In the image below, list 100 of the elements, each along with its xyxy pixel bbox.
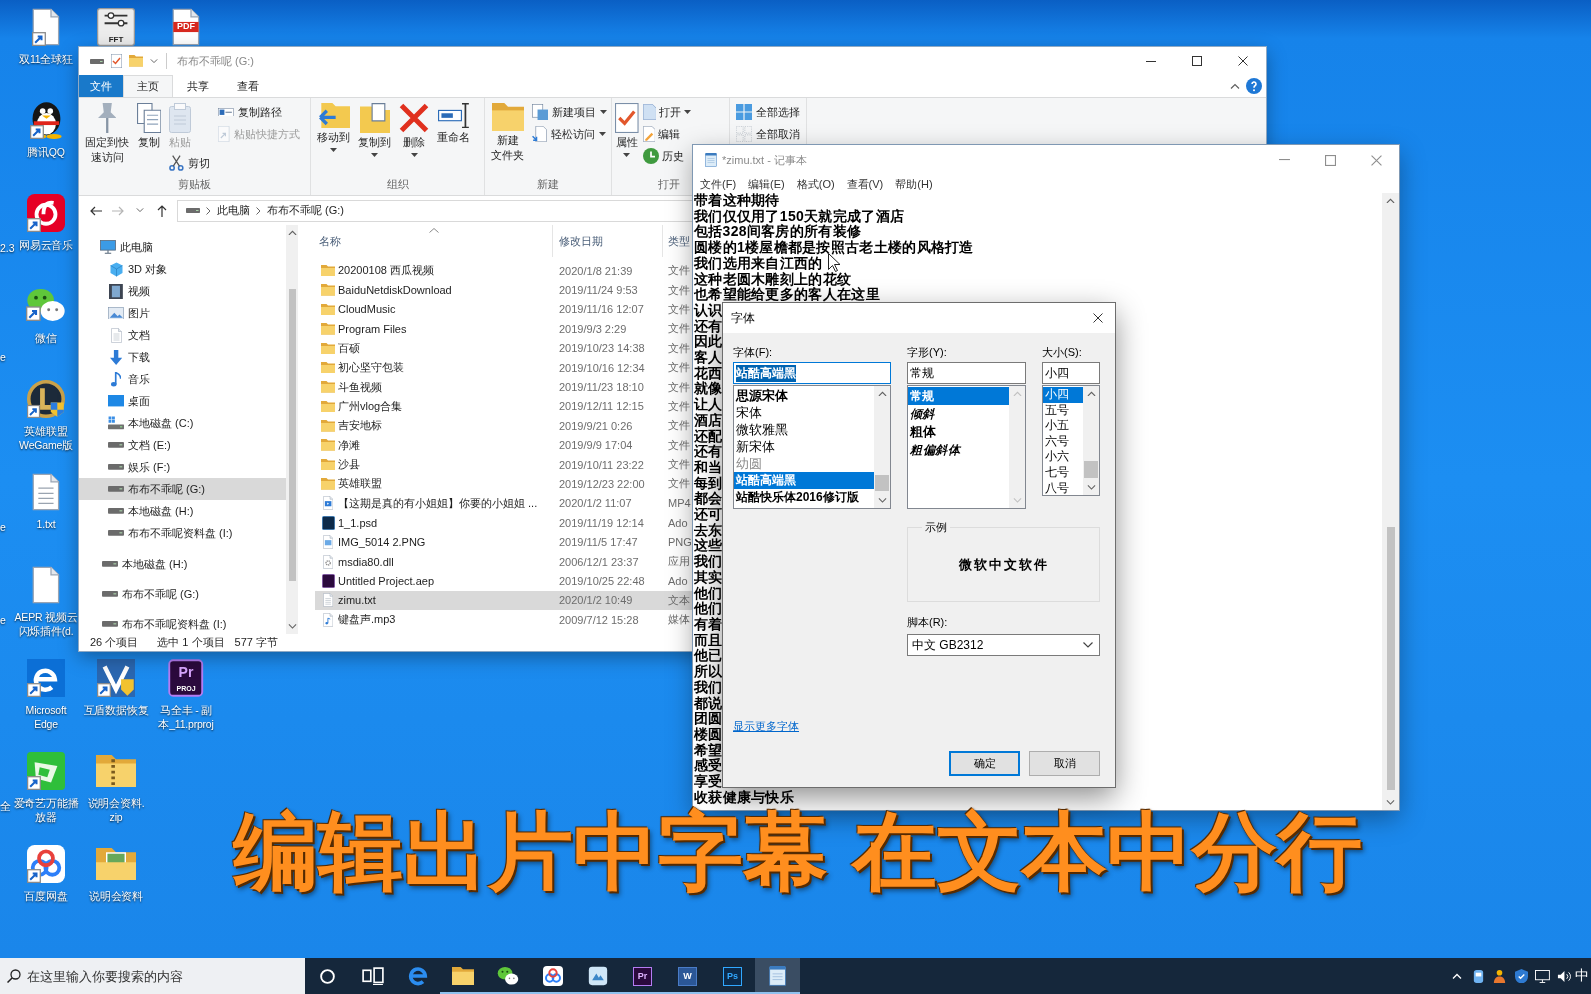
list-item[interactable]: 五号 bbox=[1043, 402, 1083, 419]
menu-item[interactable]: 帮助(H) bbox=[889, 175, 939, 193]
list-item[interactable]: 站酷快乐体2016修订版 bbox=[734, 489, 874, 506]
style-list[interactable]: 常规 倾斜 粗体 粗偏斜体 bbox=[907, 385, 1026, 509]
checklist-icon[interactable] bbox=[111, 54, 122, 68]
drive-icon[interactable] bbox=[90, 58, 104, 64]
list-item[interactable]: 七号 bbox=[1043, 464, 1083, 481]
nav-item[interactable]: 本地磁盘 (C:) bbox=[79, 412, 286, 434]
dialog-button[interactable]: 确定 bbox=[949, 751, 1020, 776]
nav-item[interactable]: 此电脑 bbox=[79, 236, 286, 258]
zip-folder-icon[interactable] bbox=[96, 754, 136, 788]
file-row[interactable]: CloudMusic 2019/11/16 12:07 文件 bbox=[315, 299, 693, 320]
figure-icon[interactable] bbox=[1492, 968, 1508, 984]
menu-item[interactable]: 编辑(E) bbox=[742, 175, 791, 193]
taskbar-button[interactable]: W bbox=[665, 958, 710, 994]
nav-item[interactable]: 桌面 bbox=[79, 390, 286, 412]
pdf-file-icon[interactable]: PDF bbox=[172, 8, 200, 46]
list-item[interactable]: 粗体 bbox=[908, 423, 1009, 441]
ribbon-button[interactable]: 复制路径 bbox=[215, 101, 286, 123]
ribbon-tab[interactable]: 查看 bbox=[223, 75, 273, 97]
ribbon-button[interactable]: 剪切 bbox=[166, 152, 214, 174]
chat-bubbles-icon[interactable] bbox=[26, 289, 66, 323]
file-row[interactable]: 键盘声.mp3 2009/7/12 15:28 媒体 bbox=[315, 610, 693, 630]
file-row[interactable]: zimu.txt 2020/1/2 10:49 文本 bbox=[315, 590, 693, 611]
list-item[interactable]: 六号 bbox=[1043, 433, 1083, 450]
file-row[interactable]: 吉安地标 2019/9/21 0:26 文件 bbox=[315, 416, 693, 436]
list-item[interactable]: 幼圆 bbox=[734, 455, 874, 472]
caret-down-icon[interactable] bbox=[1386, 799, 1395, 805]
browser-tile-icon[interactable] bbox=[27, 659, 65, 697]
taskbar-button[interactable]: Pr bbox=[620, 958, 665, 994]
text-field[interactable]: 常规 bbox=[907, 362, 1026, 384]
list-item[interactable]: 小五 bbox=[1043, 418, 1083, 434]
ribbon-tab[interactable]: 共享 bbox=[173, 75, 223, 97]
ribbon-button[interactable]: 历史 bbox=[641, 145, 687, 167]
nav-item[interactable]: 布布不乖呢 (G:) bbox=[79, 584, 286, 604]
nav-item[interactable]: 图片 bbox=[79, 302, 286, 324]
tray-app-icon[interactable] bbox=[1471, 968, 1485, 984]
dialog-button[interactable]: 取消 bbox=[1029, 751, 1100, 776]
nav-item[interactable]: 音乐 bbox=[79, 368, 286, 390]
scrollbar-thumb[interactable] bbox=[1084, 461, 1098, 479]
caret-down-icon[interactable] bbox=[150, 58, 158, 64]
file-row[interactable]: 1_1.psd 2019/11/19 12:14 Ado bbox=[315, 513, 693, 533]
column-header[interactable]: 类型 bbox=[663, 225, 693, 257]
column-header[interactable]: 修改日期 bbox=[553, 225, 663, 257]
ribbon-button[interactable]: 打开 bbox=[641, 101, 695, 123]
cloud-rings-icon[interactable] bbox=[27, 845, 65, 883]
menu-item[interactable]: 文件(F) bbox=[694, 175, 743, 193]
list-item[interactable]: 新宋体 bbox=[734, 438, 874, 455]
help-icon[interactable] bbox=[1246, 78, 1262, 94]
shield-icon[interactable] bbox=[1514, 968, 1528, 984]
more-fonts-link[interactable]: 显示更多字体 bbox=[733, 719, 799, 733]
nav-item[interactable]: 娱乐 (F:) bbox=[79, 456, 286, 478]
file-row[interactable]: 广州vlog合集 2019/12/11 12:15 文件 bbox=[315, 396, 693, 417]
file-row[interactable]: BaiduNetdiskDownload 2019/11/24 9:53 文件 bbox=[315, 280, 693, 300]
file-row[interactable]: 初心坚守包装 2019/10/16 12:34 文件 bbox=[315, 357, 693, 378]
ribbon-button[interactable]: 全部取消 bbox=[733, 123, 803, 145]
nav-item[interactable]: 本地磁盘 (H:) bbox=[79, 554, 286, 574]
ime-indicator[interactable]: 中 bbox=[1575, 967, 1591, 985]
text-field[interactable]: 小四 bbox=[1042, 362, 1100, 384]
list-item[interactable]: 倾斜 bbox=[908, 405, 1009, 423]
breadcrumb[interactable]: 此电脑 bbox=[217, 203, 250, 218]
file-row[interactable]: 斗鱼视频 2019/11/23 18:10 文件 bbox=[315, 377, 693, 397]
list-item[interactable]: 小六 bbox=[1043, 449, 1083, 465]
scrollbar-thumb[interactable] bbox=[288, 289, 296, 582]
ribbon-button[interactable]: 编辑 bbox=[641, 123, 684, 145]
list-item[interactable]: 宋体 bbox=[734, 404, 874, 421]
nav-item[interactable]: 布布不乖呢资料盘 (I:) bbox=[79, 614, 286, 634]
list-item[interactable]: 八号 bbox=[1043, 480, 1083, 495]
ribbon-tab[interactable]: 文件 bbox=[79, 75, 123, 97]
file-row[interactable]: IMG_5014 2.PNG 2019/11/5 17:47 PNG bbox=[315, 532, 693, 552]
list-item[interactable]: 常规 bbox=[908, 387, 1009, 405]
taskbar-button[interactable] bbox=[755, 958, 800, 994]
ribbon-button[interactable]: 新建项目 bbox=[529, 101, 610, 123]
file-row[interactable]: 净滩 2019/9/9 17:04 文件 bbox=[315, 435, 693, 455]
ribbon-button[interactable]: 属性 bbox=[612, 101, 642, 159]
dropdown-field[interactable]: 中文 GB2312 bbox=[907, 634, 1100, 656]
list-item[interactable]: 站酷高端黑 bbox=[734, 472, 874, 489]
file-row[interactable]: 20200108 西瓜视频 2020/1/8 21:39 文件 bbox=[315, 261, 693, 281]
file-row[interactable]: 百硕 2019/10/23 14:38 文件 bbox=[315, 338, 693, 358]
column-header[interactable]: 名称 bbox=[298, 225, 553, 257]
ribbon-button[interactable]: 移动到 bbox=[314, 101, 353, 155]
nav-item[interactable]: 下载 bbox=[79, 346, 286, 368]
ribbon-button[interactable]: 固定到快速访问 bbox=[82, 101, 132, 167]
file-row[interactable]: msdia80.dll 2006/12/1 23:37 应用 bbox=[315, 551, 693, 572]
ribbon-button[interactable]: 删除 bbox=[396, 101, 432, 159]
picture-folder-icon[interactable] bbox=[96, 847, 136, 881]
list-item[interactable]: 小四 bbox=[1043, 387, 1083, 403]
list-item[interactable]: 微软雅黑 bbox=[734, 421, 874, 438]
caret-down-icon[interactable] bbox=[1086, 484, 1096, 490]
caret-down-icon[interactable] bbox=[877, 497, 887, 503]
emblem-icon[interactable] bbox=[27, 380, 65, 418]
scrollbar[interactable] bbox=[1083, 386, 1099, 495]
nav-item[interactable]: 布布不乖呢 (G:) bbox=[79, 478, 286, 500]
scrollbar[interactable] bbox=[286, 225, 298, 634]
list-item[interactable]: 思源宋体 bbox=[734, 387, 874, 404]
font-list[interactable]: 思源宋体 宋体 微软雅黑 新宋体 幼圆 站酷高端黑 站酷快乐体2016修订版 bbox=[733, 385, 891, 509]
nav-item[interactable]: 视频 bbox=[79, 280, 286, 302]
scrollbar-thumb[interactable] bbox=[1386, 527, 1395, 791]
film-tile-icon[interactable] bbox=[27, 752, 65, 790]
scrollbar[interactable] bbox=[874, 386, 890, 508]
